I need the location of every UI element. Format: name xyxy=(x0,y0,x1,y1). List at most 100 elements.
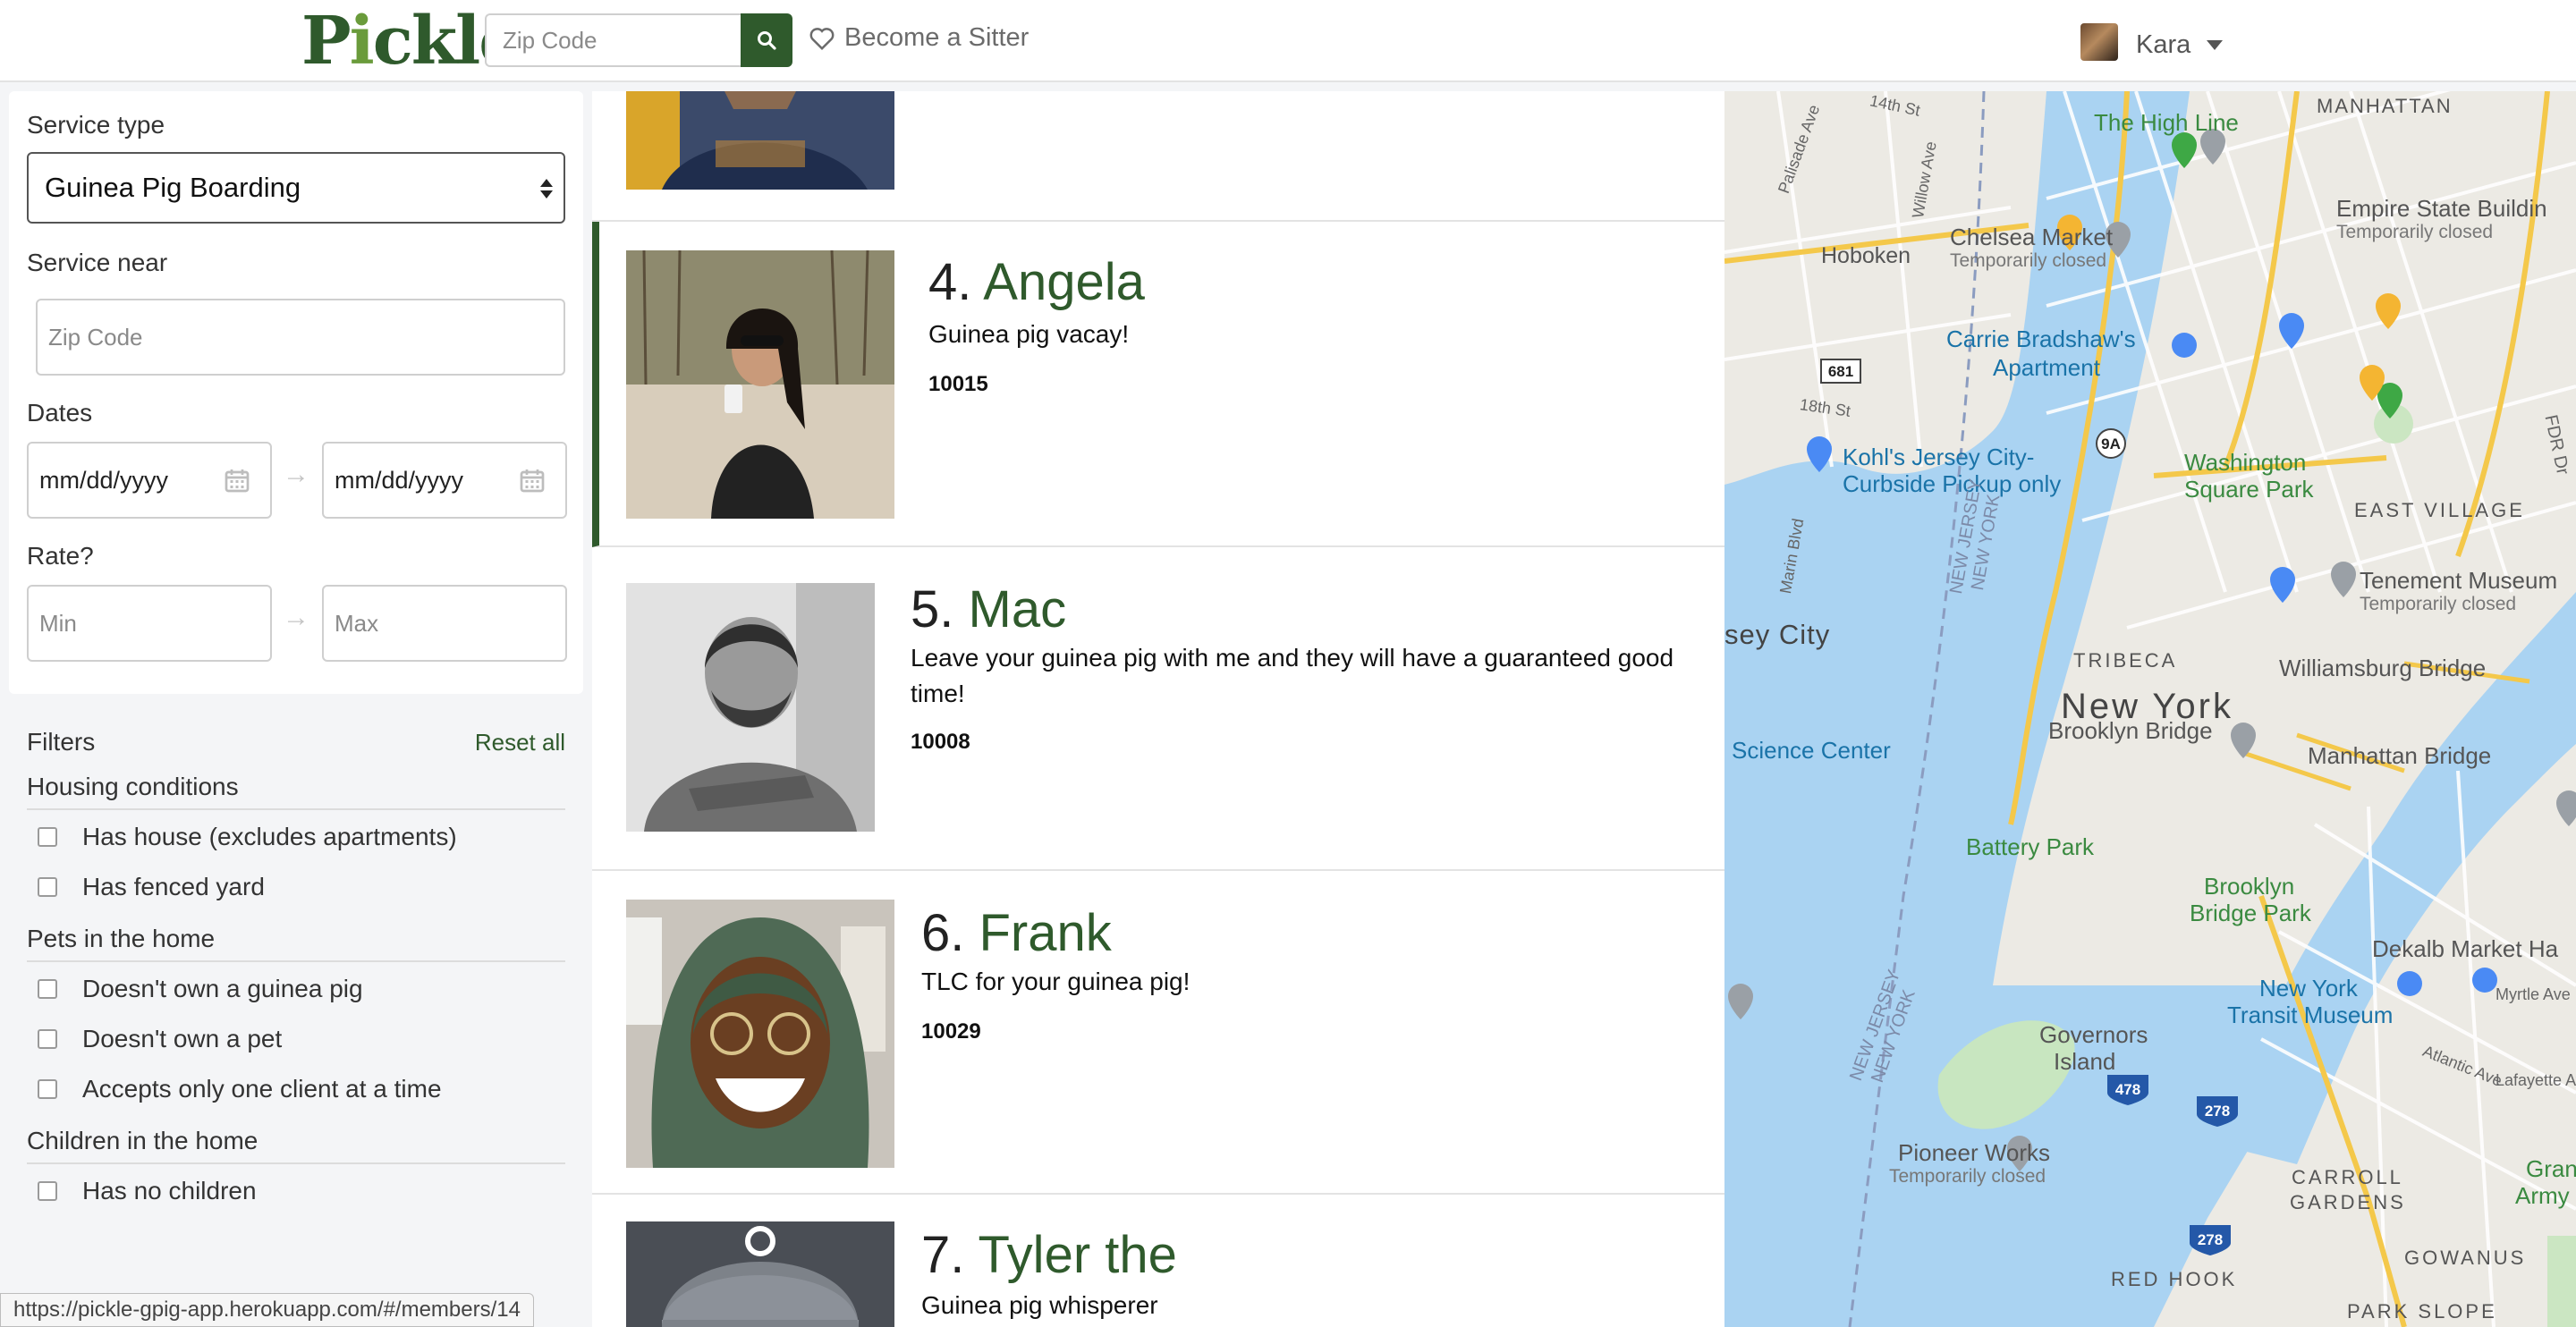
sitter-title[interactable]: 5. Mac xyxy=(911,581,1066,638)
service-type-value: Guinea Pig Boarding xyxy=(45,172,301,203)
calendar-icon xyxy=(225,469,250,493)
start-date-value: mm/dd/yyyy xyxy=(39,466,169,494)
sitter-card-angela[interactable]: 4. Angela Guinea pig vacay! 10015 xyxy=(592,222,1724,547)
map-label: sey City xyxy=(1724,619,1831,650)
sitter-number: 7. xyxy=(921,1226,965,1284)
map-label: GARDENS xyxy=(2290,1191,2406,1213)
user-menu[interactable]: Kara xyxy=(2080,23,2224,61)
service-type-label: Service type xyxy=(27,111,165,139)
map-label: Army P xyxy=(2515,1182,2576,1209)
reset-all-button[interactable]: Reset all xyxy=(475,729,565,756)
sitter-description: Leave your guinea pig with me and they w… xyxy=(911,644,1674,707)
map-label: Brooklyn Bridge xyxy=(2048,717,2213,744)
map-label: Square Park xyxy=(2184,476,2314,503)
map-label: Science Center xyxy=(1732,737,1891,764)
date-range-arrow-icon: → xyxy=(283,460,309,489)
checkbox-box[interactable] xyxy=(38,1079,57,1099)
sitter-description: Guinea pig whisperer xyxy=(921,1291,1158,1319)
caret-down-icon xyxy=(2207,39,2224,50)
map-label: Washington xyxy=(2184,449,2307,476)
sitter-card[interactable] xyxy=(592,91,1724,222)
map-label: Gran xyxy=(2526,1155,2576,1182)
filters-panel: Filters Reset all Housing conditions Has… xyxy=(27,724,565,1216)
map-label: Hoboken xyxy=(1821,243,1911,268)
sitter-card-mac[interactable]: 5. Mac Leave your guinea pig with me and… xyxy=(592,547,1724,871)
map-label: Pioneer Works xyxy=(1898,1139,2051,1166)
map-label: Temporarily closed xyxy=(2360,594,2517,614)
filter-group-title: Housing conditions xyxy=(27,773,565,810)
map-label: Governors xyxy=(2039,1021,2148,1048)
map-label: CARROLL xyxy=(2292,1166,2403,1188)
sitter-name[interactable]: Angela xyxy=(983,253,1145,311)
end-date-input[interactable]: mm/dd/yyyy xyxy=(322,442,567,519)
filter-option-label: Has fenced yard xyxy=(82,873,265,900)
map-label: Temporarily closed xyxy=(1950,250,2107,271)
map-label: RED HOOK xyxy=(2111,1268,2238,1290)
map-label: Temporarily closed xyxy=(2336,222,2494,242)
route-478-shield: 478 xyxy=(2115,1081,2140,1098)
filter-option-label: Accepts only one client at a time xyxy=(82,1075,442,1103)
sitter-zip: 10029 xyxy=(921,1019,981,1044)
service-type-select[interactable]: Guinea Pig Boarding xyxy=(27,152,565,224)
search-button[interactable] xyxy=(741,13,792,67)
filter-checkbox[interactable]: Doesn't own a guinea pig xyxy=(27,964,565,1014)
filter-group-title: Pets in the home xyxy=(27,925,565,962)
checkbox-box[interactable] xyxy=(38,877,57,897)
sitter-card-frank[interactable]: 6. Frank TLC for your guinea pig! 10029 xyxy=(592,871,1724,1195)
results-map[interactable]: 681 9A 478 278 278 The High Line MANHATT… xyxy=(1724,91,2576,1327)
sitter-card-tyler[interactable]: 7. Tyler the Guinea pig whisperer xyxy=(592,1195,1724,1327)
map-label: Temporarily closed xyxy=(1889,1166,2046,1187)
sitter-results-list: 4. Angela Guinea pig vacay! 10015 5. Mac… xyxy=(592,91,1724,1327)
sitter-number: 6. xyxy=(921,904,965,962)
checkbox-box[interactable] xyxy=(38,827,57,847)
sitter-title[interactable]: 4. Angela xyxy=(928,254,1145,311)
map-label: Battery Park xyxy=(1966,833,2095,860)
sitter-title[interactable]: 6. Frank xyxy=(921,905,1112,962)
start-date-input[interactable]: mm/dd/yyyy xyxy=(27,442,272,519)
sitter-photo xyxy=(626,250,894,519)
service-near-label: Service near xyxy=(27,249,168,276)
sitter-zip: 10015 xyxy=(928,372,988,396)
map-label: Dekalb Market Ha xyxy=(2372,935,2559,962)
checkbox-box[interactable] xyxy=(38,1029,57,1049)
checkbox-box[interactable] xyxy=(38,979,57,999)
filter-option-label: Has no children xyxy=(82,1177,257,1204)
checkbox-box[interactable] xyxy=(38,1181,57,1201)
service-near-zip-input[interactable] xyxy=(36,299,565,376)
header-zip-input[interactable] xyxy=(485,13,741,67)
filters-label: Filters xyxy=(27,728,96,756)
filter-option-label: Doesn't own a guinea pig xyxy=(82,975,363,1002)
map-label: TRIBECA xyxy=(2073,649,2178,672)
filter-group-title: Children in the home xyxy=(27,1127,565,1164)
filter-checkbox[interactable]: Has fenced yard xyxy=(27,862,565,912)
filter-checkbox[interactable]: Doesn't own a pet xyxy=(27,1014,565,1064)
sitter-name[interactable]: Mac xyxy=(969,580,1067,638)
filter-checkbox[interactable]: Has no children xyxy=(27,1166,565,1216)
map-label: Lafayette Ave xyxy=(2496,1071,2576,1089)
map-label: New York xyxy=(2259,975,2358,1002)
sitter-number: 4. xyxy=(928,253,972,311)
become-sitter-link[interactable]: Become a Sitter xyxy=(809,23,1029,53)
filter-checkbox[interactable]: Accepts only one client at a time xyxy=(27,1064,565,1114)
map-label: MANHATTAN xyxy=(2317,95,2453,117)
rate-max-input[interactable] xyxy=(322,585,567,662)
map-label: Empire State Buildin xyxy=(2336,195,2547,222)
rate-label: Rate? xyxy=(27,542,94,570)
rate-min-input[interactable] xyxy=(27,585,272,662)
filter-checkbox[interactable]: Has house (excludes apartments) xyxy=(27,812,565,862)
map-label: Bridge Park xyxy=(2190,900,2311,926)
avatar xyxy=(2080,23,2118,61)
sitter-name[interactable]: Frank xyxy=(979,904,1112,962)
map-label: Apartment xyxy=(1993,354,2100,381)
search-sidebar: Service type Guinea Pig Boarding Service… xyxy=(0,82,590,1327)
top-navbar: Pickle Become a Sitter Kara xyxy=(0,0,2576,82)
map-label: Kohl's Jersey City- xyxy=(1843,444,2035,470)
sitter-photo xyxy=(626,900,894,1168)
map-label: Chelsea Market xyxy=(1950,224,2114,250)
map-label: Tenement Museum xyxy=(2360,567,2558,594)
sitter-title[interactable]: 7. Tyler the xyxy=(921,1227,1177,1284)
map-label: Curbside Pickup only xyxy=(1843,470,2062,497)
map-label: Williamsburg Bridge xyxy=(2279,655,2487,681)
sitter-name[interactable]: Tyler the xyxy=(978,1226,1176,1284)
rate-range-arrow-icon: → xyxy=(283,603,309,632)
